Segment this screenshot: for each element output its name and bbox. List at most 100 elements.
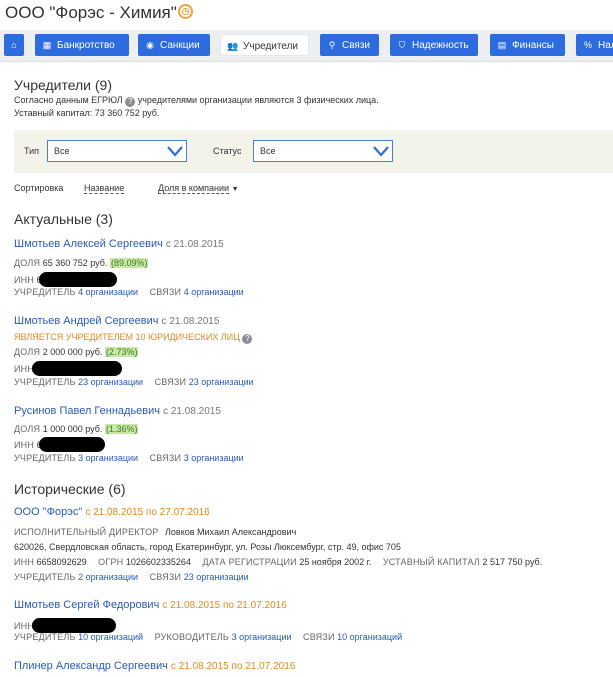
founder-label: УЧРЕДИТЕЛЬ [14,377,76,387]
sort-by-name-label: Название [84,183,125,194]
links-label: СВЯЗИ [149,453,182,463]
founders-count-text: учредителями организации являются 3 физи… [137,95,379,105]
share-percent: (2.73%) [104,347,139,357]
share-line: ДОЛЯ 1 000 000 руб. (1.36%) [14,424,139,434]
chart-icon: ▤ [497,40,507,50]
address-line: 620026, Свердловская область, город Екат… [14,542,401,552]
founder-orgs-link[interactable]: 2 организации [78,572,138,582]
share-value: 1 000 000 руб. [42,424,103,434]
share-label: ДОЛЯ [14,347,41,357]
network-icon: ⚲ [328,40,336,50]
sort-by-name[interactable]: Название [84,183,125,194]
inn-label: ИНН [14,440,35,450]
links-label: СВЯЗИ [303,632,335,642]
founder-since: с 21.08.2015 [165,239,224,250]
tab-label: Учредители [243,41,299,52]
historical-founder-name: Плинер Александр Сергеевич [14,660,168,672]
historical-founder-period: с 21.08.2015 по 21.07.2016 [170,661,296,672]
tab-sanctions[interactable]: ◉ Санкции [138,34,210,56]
tab-finance[interactable]: ▤ Финансы [490,34,565,56]
historical-founder-link[interactable]: Плинер Александр Сергеевич с 21.08.2015 … [14,660,295,672]
status-select[interactable]: Все [253,140,393,162]
director-name: Ловков Михаил Александрович [165,527,297,537]
tab-reliability[interactable]: ⛉ Надежность [390,34,478,56]
chevron-down-icon [373,146,389,157]
head-label: РУКОВОДИТЕЛЬ [154,632,230,642]
founder-name: Русинов Павел Геннадьевич [14,405,161,417]
founder-orgs-link[interactable]: 4 организации [78,287,138,297]
tab-taxes[interactable]: % Нал [576,34,613,56]
share-line: ДОЛЯ 2 000 000 руб. (2.73%) [14,347,139,357]
status-filter-label: Статус [213,146,242,156]
globe-icon: ◉ [146,40,154,50]
inn-label: ИНН [14,275,35,285]
filters-panel: Тип Все Статус Все [14,130,613,173]
inn-line: ИНН [14,361,123,376]
tab-links[interactable]: ⚲ Связи [320,34,379,56]
tab-label: Связи [342,40,371,51]
founder-label: УЧРЕДИТЕЛЬ [14,453,76,463]
links-label: СВЯЗИ [149,287,182,297]
tab-founders[interactable]: 👥 Учредители [220,34,309,56]
links-label: СВЯЗИ [154,377,187,387]
founders-title: Учредители (9) [14,77,113,93]
inn-line: ИНН 6 [14,437,105,452]
shield-icon: ⛉ [398,40,406,50]
head-orgs-link[interactable]: 3 организации [232,632,292,642]
status-select-value: Все [260,146,276,156]
people-icon: 👥 [227,41,239,51]
inn-value: 6658092629 [36,557,87,567]
reg-date-label: ДАТА РЕГИСТРАЦИИ [202,557,297,567]
tab-home[interactable]: ⌂ [4,34,24,56]
inn-label: ИНН [14,364,35,374]
founder-orgs-link[interactable]: 3 организации [78,453,138,463]
ogrn-label: ОГРН [98,557,124,567]
founder-links-line: УЧРЕДИТЕЛЬ 23 организации СВЯЗИ 23 орган… [14,377,254,387]
founder-orgs-link[interactable]: 10 организаций [78,632,143,642]
founder-name-link[interactable]: Русинов Павел Геннадьевич с 21.08.2015 [14,405,221,417]
historical-founder-link[interactable]: Шмотьев Сергей Федорович с 21.08.2015 по… [14,599,287,611]
type-select[interactable]: Все [47,140,187,162]
share-label: ДОЛЯ [14,424,41,434]
help-icon[interactable]: ? [125,97,136,107]
links-orgs-link[interactable]: 4 организации [184,287,244,297]
capital-text: Уставный капитал: 73 360 752 руб. [14,108,160,118]
founder-orgs-link[interactable]: 23 организации [78,377,143,387]
sort-by-share[interactable]: Доля в компании ▼ [158,183,239,194]
share-value: 2 000 000 руб. [42,347,103,357]
egrul-text: Согласно данным ЕГРЮЛ [14,95,123,105]
founder-name-link[interactable]: Шмотьев Андрей Сергеевич с 21.08.2015 [14,315,219,327]
note-line: ЯВЛЯЕТСЯ УЧРЕДИТЕЛЕМ 10 ЮРИДИЧЕСКИХ ЛИЦ … [14,332,253,344]
links-orgs-link[interactable]: 10 организаций [337,632,402,642]
clock-icon[interactable]: ◷ [178,4,193,19]
links-orgs-link[interactable]: 23 организации [184,572,249,582]
share-percent: (89.09%) [109,258,149,268]
founder-since: с 21.08.2015 [163,406,221,417]
home-icon: ⌂ [11,40,17,50]
historical-founder-name: Шмотьев Сергей Федорович [14,599,160,611]
founder-name: Шмотьев Алексей Сергеевич [14,238,163,250]
tab-bankruptcy[interactable]: ▦ Банкротство [35,34,129,56]
historical-org-link[interactable]: ООО "Форэс" с 21.08.2015 по 27.07.2016 [14,506,210,518]
founder-note: ЯВЛЯЕТСЯ УЧРЕДИТЕЛЕМ 10 ЮРИДИЧЕСКИХ ЛИЦ [14,332,240,342]
chevron-down-icon [167,146,183,157]
building-icon: ▦ [42,40,52,50]
founder-name: Шмотьев Андрей Сергеевич [14,315,159,327]
founder-since: с 21.08.2015 [161,316,220,327]
tab-label: Банкротство [57,40,115,51]
links-orgs-link[interactable]: 3 организации [184,453,244,463]
sort-label: Сортировка [14,183,64,193]
share-label: ДОЛЯ [14,258,41,268]
tab-label: Финансы [512,40,554,51]
sort-by-share-label: Доля в компании [158,183,230,194]
founder-name-link[interactable]: Шмотьев Алексей Сергеевич с 21.08.2015 [14,238,224,250]
inn-label: ИНН [14,557,35,567]
type-filter-label: Тип [24,146,40,156]
company-title: ООО "Форэс - Химия" [5,3,177,22]
tab-label: Надежность [412,40,469,51]
help-icon[interactable]: ? [242,334,253,344]
founder-links-line: УЧРЕДИТЕЛЬ 3 организации СВЯЗИ 3 организ… [14,453,244,463]
nav-tabs: ⌂ ▦ Банкротство ◉ Санкции 👥 Учредители ⚲ Свя… [0,30,613,62]
links-orgs-link[interactable]: 23 организации [189,377,254,387]
actual-title: Актуальные (3) [14,211,113,227]
